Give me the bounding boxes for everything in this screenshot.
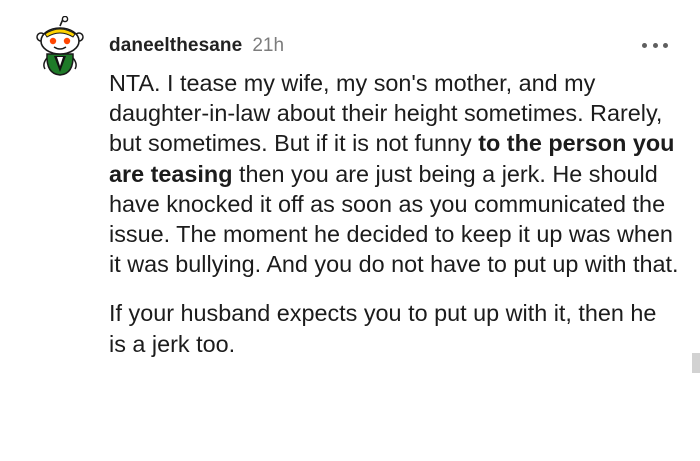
scrollbar-thumb[interactable] (692, 353, 700, 373)
more-dot (642, 42, 647, 48)
more-options-icon[interactable] (642, 38, 668, 52)
more-dot (663, 42, 668, 48)
comment-body: NTA. I tease my wife, my son's mother, a… (109, 68, 679, 359)
comment-header: daneelthesane 21h (109, 33, 284, 59)
snoo-avatar-icon[interactable] (36, 15, 84, 78)
comment: daneelthesane 21h NTA. I tease my wife, … (0, 0, 700, 461)
comment-paragraph-1: NTA. I tease my wife, my son's mother, a… (109, 68, 679, 279)
comment-paragraph-2: If your husband expects you to put up wi… (109, 300, 657, 357)
comment-author[interactable]: daneelthesane (109, 35, 242, 57)
more-dot (652, 42, 658, 48)
comment-timestamp: 21h (252, 35, 285, 56)
